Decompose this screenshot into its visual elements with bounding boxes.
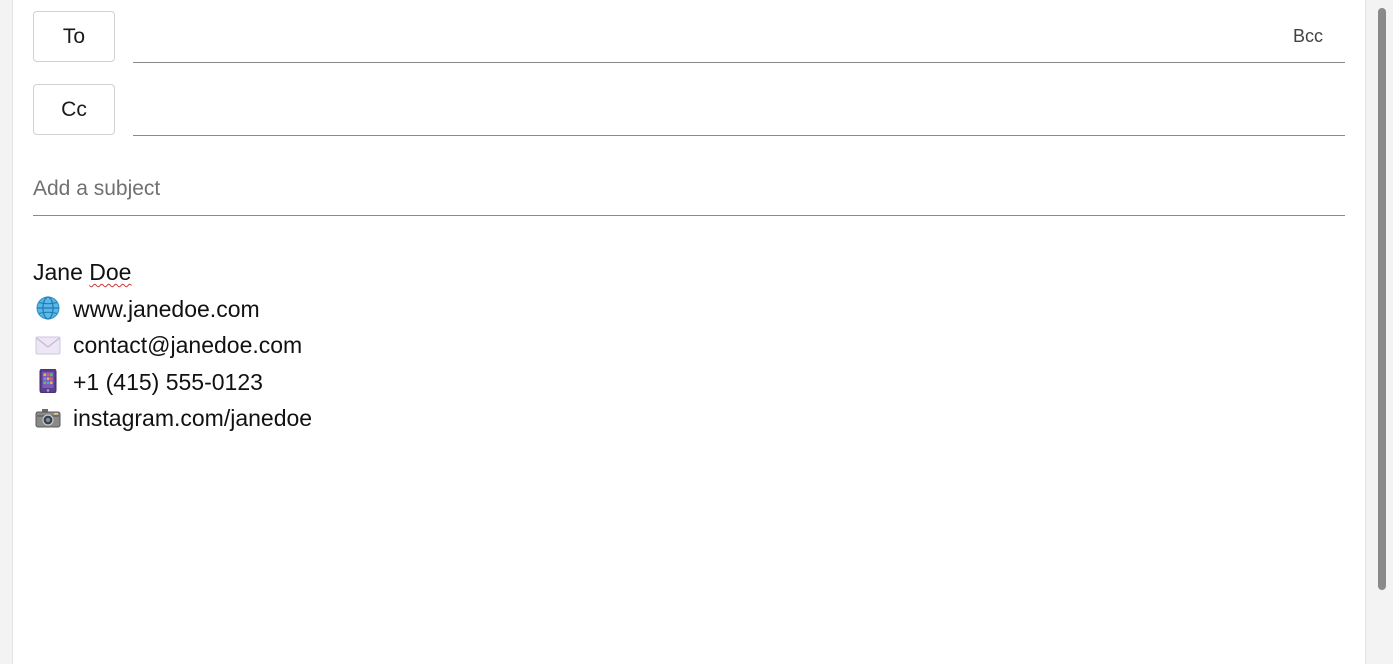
cc-field[interactable] [133, 85, 1345, 136]
bcc-button[interactable]: Bcc [1293, 26, 1323, 47]
vertical-scrollbar[interactable] [1374, 0, 1393, 664]
camera-icon [35, 408, 61, 428]
cc-button-label: Cc [61, 97, 87, 121]
signature-phone-line: +1 (415) 555-0123 [33, 364, 1345, 401]
to-button[interactable]: To [33, 11, 115, 62]
signature-instagram: instagram.com/janedoe [73, 405, 313, 431]
subject-field[interactable]: Add a subject [33, 164, 1345, 216]
compose-pane: To Bcc Cc Add a subject Jane Doe www.jan… [12, 0, 1366, 664]
to-button-label: To [62, 24, 86, 48]
signature-email: contact@janedoe.com [73, 332, 303, 358]
signature-phone: +1 (415) 555-0123 [73, 368, 263, 395]
message-body[interactable]: Jane Doe www.janedoe.com contact@janedoe… [33, 254, 1345, 654]
to-field[interactable]: Bcc [133, 12, 1345, 63]
signature-name: Jane Doe [33, 254, 1345, 291]
signature-first-name: Jane [33, 259, 83, 285]
cc-button[interactable]: Cc [33, 84, 115, 135]
signature-last-name: Doe [89, 259, 132, 285]
scrollbar-thumb[interactable] [1378, 8, 1386, 590]
subject-placeholder: Add a subject [33, 177, 161, 200]
envelope-icon [35, 336, 61, 355]
signature-website-line: www.janedoe.com [33, 291, 1345, 328]
signature-website: www.janedoe.com [73, 295, 260, 322]
globe-icon [36, 296, 60, 321]
signature-instagram-line: instagram.com/janedoe [33, 400, 1345, 437]
signature-email-line: contact@janedoe.com [33, 327, 1345, 364]
mobile-phone-icon [39, 369, 57, 394]
